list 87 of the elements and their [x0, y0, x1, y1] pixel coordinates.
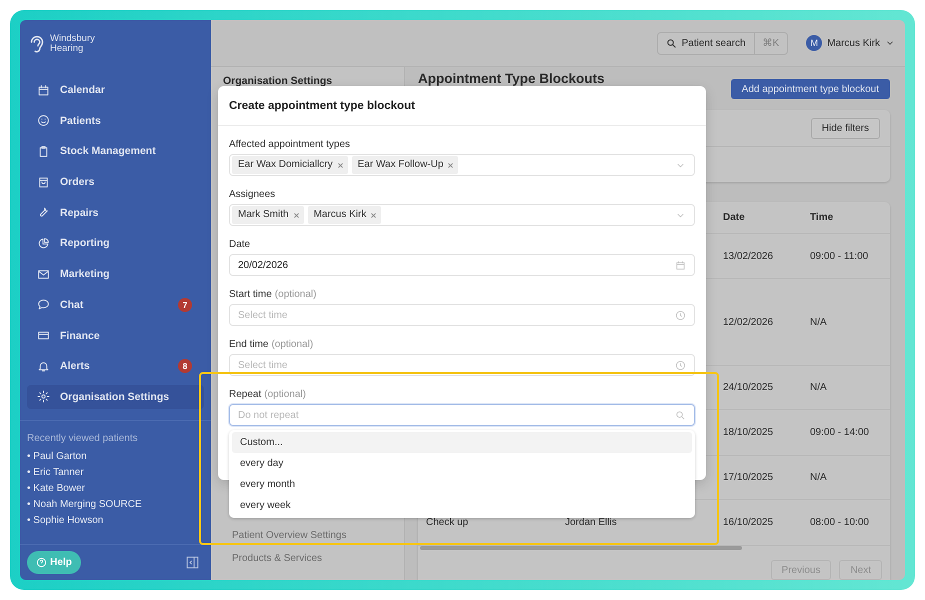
tag-chip[interactable]: Marcus Kirk: [308, 206, 382, 224]
dropdown-option[interactable]: Custom...: [232, 432, 692, 453]
multi-select-field[interactable]: Mark Smith Marcus Kirk: [229, 204, 695, 226]
clock-icon: [675, 360, 686, 370]
date-field[interactable]: 20/02/2026: [229, 254, 695, 276]
brand-name: Windsbury: [50, 34, 95, 44]
field-label: Start time (optional): [229, 288, 318, 302]
add-blockout-button[interactable]: Add appointment type blockout: [730, 79, 890, 99]
patient-link[interactable]: • Sophie Howson: [27, 515, 204, 532]
patient-link[interactable]: • Paul Garton: [27, 450, 204, 467]
table-cell: 09:00 - 14:00: [810, 427, 869, 438]
nav-item[interactable]: Organisation Settings: [27, 384, 204, 409]
bag-icon: [37, 176, 50, 189]
section-title: Organisation Settings: [223, 75, 334, 87]
nav-item[interactable]: Repairs: [27, 200, 204, 225]
field-label: Date: [229, 238, 252, 252]
nav-item[interactable]: Marketing: [27, 262, 204, 286]
dialog-title: Create appointment type blockout: [229, 100, 415, 112]
dropdown-option[interactable]: every day: [232, 453, 692, 474]
avatar[interactable]: M: [806, 35, 822, 51]
column-header: Time: [810, 212, 834, 223]
chat-bubble-icon: [37, 298, 50, 312]
table-cell: N/A: [810, 472, 827, 483]
nav-item[interactable]: Calendar: [27, 78, 204, 102]
wrench-icon: [37, 206, 50, 220]
table-cell: Check up: [426, 517, 468, 528]
envelope-icon: [37, 268, 50, 281]
pie-chart-icon: [37, 236, 50, 250]
page-title: Appointment Type Blockouts: [418, 71, 605, 86]
table-cell: 08:00 - 10:00: [810, 517, 869, 528]
search-icon: [675, 410, 686, 420]
dropdown-option[interactable]: every week: [232, 495, 692, 516]
clock-icon: [675, 310, 686, 320]
nav-item[interactable]: Orders: [27, 170, 204, 194]
table-cell: 12/02/2026: [723, 316, 774, 328]
field-label: Affected appointment types: [229, 138, 352, 152]
nav-item[interactable]: Stock Management: [27, 139, 204, 164]
field-label: Repeat (optional): [229, 388, 307, 402]
calendar-icon: [675, 260, 686, 270]
table-cell: 16/10/2025: [723, 517, 774, 528]
tag-chip[interactable]: Ear Wax Follow-Up: [352, 156, 458, 174]
nav-item[interactable]: Finance: [27, 324, 204, 348]
field-label: End time (optional): [229, 338, 314, 352]
table-cell: N/A: [810, 382, 827, 393]
hide-filters-button[interactable]: Hide filters: [810, 118, 880, 139]
column-header: Date: [723, 212, 745, 223]
close-icon[interactable]: [370, 212, 378, 218]
card-icon: [37, 329, 50, 342]
shortcut-hint: ⌘K: [754, 32, 780, 54]
tag-chip[interactable]: Mark Smith: [232, 206, 304, 224]
nav-item[interactable]: Patients: [27, 108, 204, 133]
count-badge: 7: [178, 298, 192, 312]
table-cell: 17/10/2025: [723, 472, 774, 483]
search-icon: [666, 38, 677, 48]
patient-link[interactable]: • Noah Merging SOURCE: [27, 499, 204, 516]
table-cell: 18/10/2025: [723, 427, 774, 438]
scrollbar[interactable]: [420, 546, 742, 550]
table-cell: 13/02/2026: [723, 250, 774, 262]
close-icon[interactable]: [336, 162, 344, 168]
question-icon: [36, 557, 48, 568]
close-icon[interactable]: [292, 212, 300, 218]
dropdown-option[interactable]: every month: [232, 474, 692, 495]
collapse-sidebar-icon[interactable]: [186, 556, 199, 569]
patient-link[interactable]: • Kate Bower: [27, 482, 204, 500]
close-icon[interactable]: [447, 162, 454, 168]
clipboard-icon: [37, 144, 50, 158]
count-badge: 8: [178, 359, 192, 374]
table-cell: Jordan Ellis: [565, 517, 617, 528]
tag-chip[interactable]: Ear Wax Domiciallcry: [232, 156, 348, 174]
nav-item[interactable]: Alerts 8: [27, 354, 204, 378]
nav-item[interactable]: Reporting: [27, 231, 204, 256]
nav-item[interactable]: Chat 7: [27, 292, 204, 317]
field-label: Assignees: [229, 188, 276, 202]
multi-select-field[interactable]: Ear Wax Domiciallcry Ear Wax Follow-Up: [229, 154, 695, 176]
bell-icon: [37, 360, 50, 373]
brand-name: Hearing: [50, 44, 84, 54]
user-name[interactable]: Marcus Kirk: [827, 38, 880, 48]
table-cell: 24/10/2025: [723, 382, 774, 393]
settings-link[interactable]: Patient Overview Settings: [232, 525, 404, 548]
smiley-icon: [37, 114, 50, 128]
table-cell: N/A: [810, 316, 827, 328]
table-cell: 09:00 - 11:00: [810, 250, 868, 262]
settings-link[interactable]: Products & Services: [232, 548, 404, 570]
patient-search-button[interactable]: Patient search ⌘K: [656, 32, 788, 54]
calendar-icon: [37, 84, 50, 96]
patient-link[interactable]: • Eric Tanner: [27, 466, 204, 483]
section-heading: Recently viewed patients: [27, 432, 139, 444]
